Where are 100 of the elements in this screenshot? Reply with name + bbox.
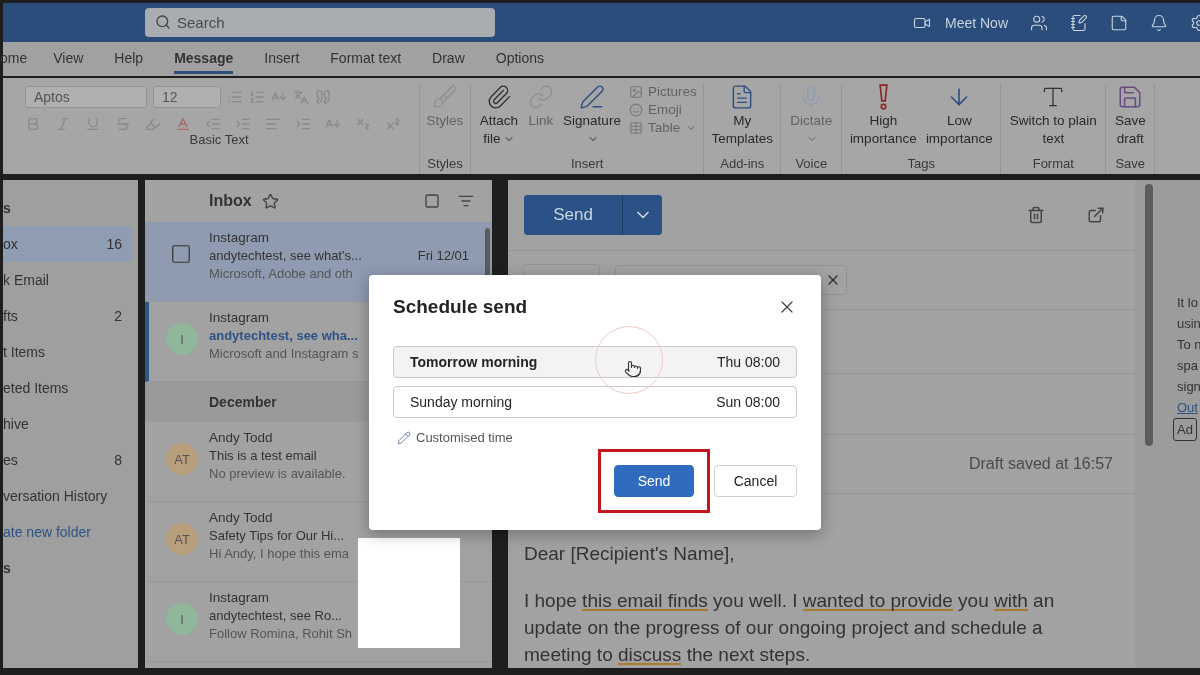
meet-now-button[interactable]: Meet Now — [912, 13, 1008, 32]
ribbon-tab[interactable]: Help — [114, 44, 144, 74]
ad-link[interactable]: Out — [1177, 397, 1200, 418]
folder-item[interactable]: es 8 — [3, 442, 132, 478]
ribbon-tab[interactable]: View — [53, 44, 84, 74]
font-name-field[interactable]: Aptos — [25, 86, 147, 108]
ribbon-tab[interactable]: Insert — [264, 44, 300, 74]
subscript-icon[interactable] — [355, 116, 371, 132]
unread-count: 8 — [114, 452, 122, 468]
notification-icon — [1150, 13, 1168, 32]
unread-count: 2 — [114, 308, 122, 324]
ad-text: spa — [1177, 357, 1199, 375]
italic-icon[interactable] — [55, 116, 71, 132]
section-heading: s — [3, 199, 12, 218]
ad-badge: Ad — [1173, 418, 1197, 441]
draft-status: Draft saved at 16:57 — [968, 454, 1113, 473]
group-label: Insert — [570, 156, 604, 173]
message-preview: No preview is available. — [209, 466, 346, 481]
message-subject: This is a test email — [209, 448, 317, 463]
ribbon-tab[interactable]: Options — [495, 44, 544, 74]
pencil-icon — [397, 430, 411, 445]
superscript-icon[interactable] — [385, 116, 401, 132]
ad-text: usin — [1177, 315, 1200, 333]
message-preview: Microsoft, Adobe and oth — [209, 266, 353, 281]
ribbon-button[interactable]: High importance — [848, 84, 919, 148]
quote-icon[interactable] — [315, 89, 331, 105]
spacing-icon[interactable] — [295, 116, 311, 132]
filter-icon[interactable] — [458, 193, 474, 209]
body-paragraph: I hope this email finds you well. I wanted to provide you with an update on the progress of our ongoing project and schedule a meeting to discuss the next steps. — [524, 589, 1056, 667]
message-preview: Hi Andy, I hope this ema — [209, 546, 349, 561]
avatar: AT — [166, 523, 198, 555]
toolbar-button[interactable] — [1150, 13, 1168, 32]
pop-out-icon[interactable] — [1087, 206, 1105, 225]
bold-icon[interactable] — [25, 116, 41, 132]
avatar: AT — [166, 443, 198, 475]
star-icon[interactable] — [261, 192, 279, 210]
highlighter-icon[interactable] — [145, 116, 161, 132]
message-subject: Safety Tips for Our Hi... — [209, 528, 345, 543]
message-subject: andytechtest, see Ro... — [209, 608, 342, 623]
folder-item[interactable]: fts 2 — [3, 298, 132, 334]
ribbon-button[interactable]: Attach file — [477, 84, 521, 148]
group-label: Basic Text — [189, 132, 249, 149]
table-icon — [629, 120, 643, 135]
folder-title: Inbox — [209, 192, 252, 210]
avatar: I — [166, 603, 198, 635]
picture-icon — [629, 84, 643, 99]
toolbar-button[interactable] — [1070, 13, 1088, 32]
ribbon-button[interactable]: Low importance — [924, 84, 995, 148]
section-heading: s — [3, 559, 12, 578]
folder-item[interactable]: eted Items — [3, 370, 132, 406]
scrollbar[interactable] — [1145, 184, 1153, 446]
save-icon — [1117, 84, 1144, 110]
folder-item[interactable]: t Items — [3, 334, 132, 370]
search-field[interactable]: Search — [145, 8, 495, 37]
ad-text: sign — [1177, 378, 1200, 396]
font-color-icon[interactable] — [175, 116, 191, 132]
ribbon-tab[interactable]: Format text — [330, 44, 402, 74]
checkbox[interactable] — [170, 243, 192, 265]
send-button[interactable]: Send — [614, 465, 694, 497]
numbered-list-icon[interactable] — [249, 89, 265, 105]
ribbon-button[interactable]: Signature — [561, 84, 623, 148]
pen-icon — [579, 84, 605, 110]
delete-icon[interactable] — [1027, 206, 1045, 225]
message-subject: andytechtest, see wha... — [209, 328, 358, 343]
ribbon-tab[interactable]: Message — [174, 44, 234, 74]
unread-count: 16 — [106, 236, 122, 252]
align-icon[interactable] — [265, 116, 281, 132]
ribbon-button[interactable]: Save draft — [1112, 84, 1149, 148]
folder-item[interactable]: versation History — [3, 478, 132, 514]
send-button[interactable]: Send — [524, 195, 623, 236]
greeting-text: Dear [Recipient's Name], — [524, 542, 736, 566]
people-icon — [1030, 13, 1048, 32]
group-label: Save — [1115, 156, 1146, 173]
group-label: Voice — [795, 156, 828, 173]
font-size-field[interactable]: 12 — [153, 86, 221, 108]
paperclip-icon — [486, 84, 512, 110]
exclamation-icon — [878, 84, 888, 110]
schedule-option[interactable]: Tomorrow morning Thu 08:00 — [393, 346, 797, 378]
schedule-option[interactable]: Sunday morning Sun 08:00 — [393, 386, 797, 418]
new-folder-link[interactable]: ate new folder — [3, 514, 132, 550]
sender-name: Instagram — [209, 310, 270, 325]
ribbon-button[interactable]: My Templates — [710, 84, 775, 148]
folder-item[interactable]: ox 16 — [3, 226, 132, 262]
cancel-button[interactable]: Cancel — [714, 465, 797, 497]
bullet-list-icon[interactable] — [227, 89, 243, 105]
folder-item[interactable]: hive — [3, 406, 132, 442]
select-icon[interactable] — [424, 193, 440, 209]
styles-icon — [432, 84, 458, 110]
format-icon[interactable] — [293, 89, 309, 105]
toolbar-button[interactable] — [1110, 13, 1128, 32]
underline-icon[interactable] — [85, 116, 101, 132]
outdent-icon[interactable] — [205, 116, 221, 132]
sender-name: Instagram — [209, 590, 270, 605]
toolbar-button[interactable] — [1030, 13, 1048, 32]
notebook-icon — [1070, 13, 1088, 32]
ribbon-tab[interactable]: Draw — [432, 44, 465, 74]
indent-icon[interactable] — [235, 116, 251, 132]
folder-item[interactable]: k Email — [3, 262, 132, 298]
strikethrough-icon[interactable] — [115, 116, 131, 132]
ribbon-button[interactable]: Switch to plain text — [1007, 84, 1100, 148]
